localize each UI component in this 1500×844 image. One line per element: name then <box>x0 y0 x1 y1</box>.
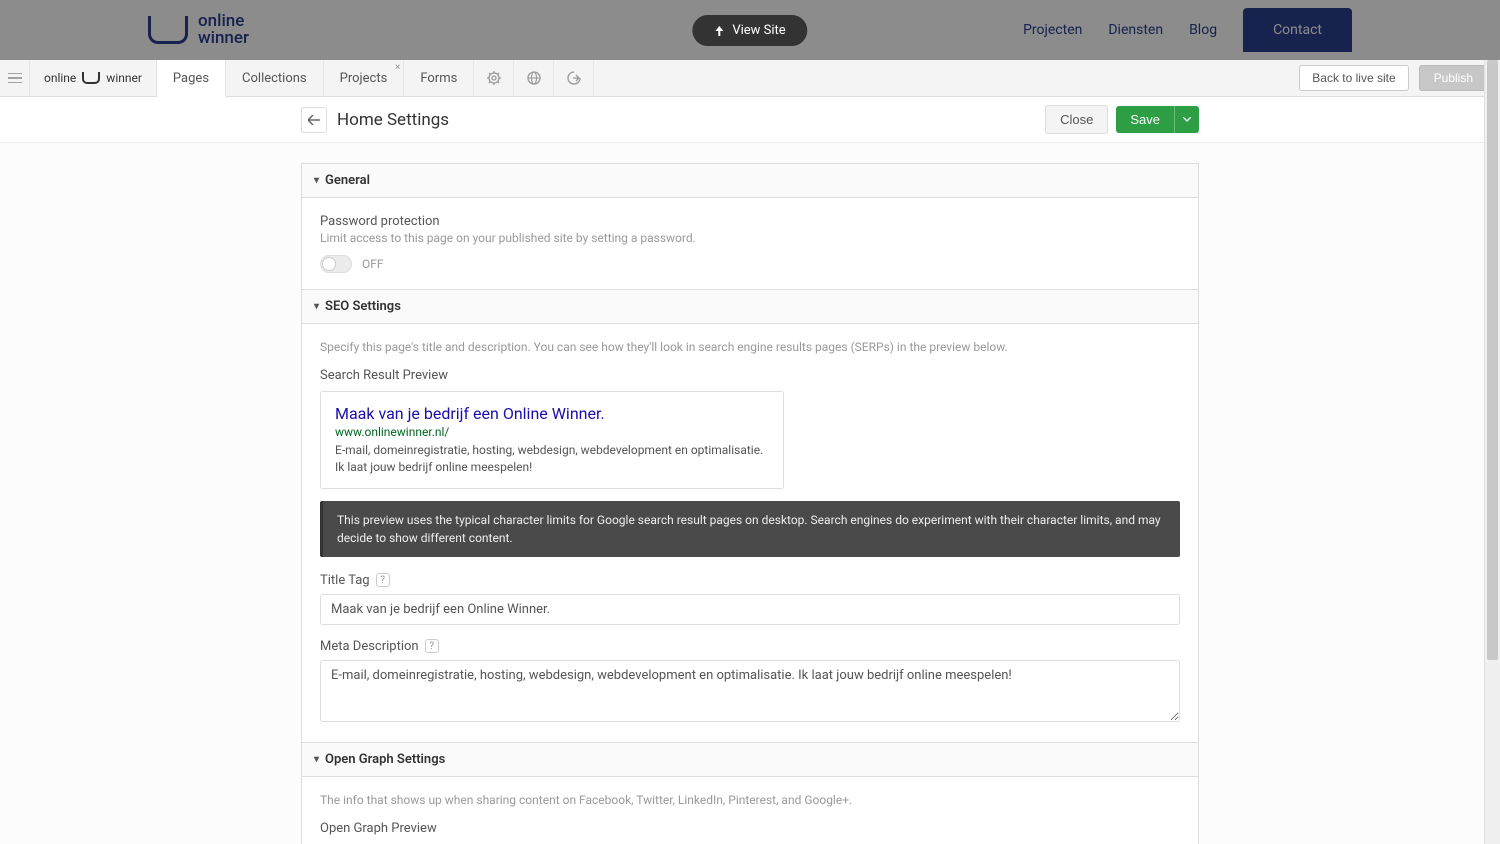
chevron-down-icon <box>1183 117 1191 122</box>
preview-description: E-mail, domeinregistratie, hosting, webd… <box>335 442 769 476</box>
preview-title: Maak van je bedrijf een Online Winner. <box>335 404 769 423</box>
meta-description-input[interactable] <box>320 660 1180 722</box>
save-button[interactable]: Save <box>1116 106 1174 133</box>
tab-pages-label: Pages <box>173 71 209 86</box>
search-result-preview: Maak van je bedrijf een Online Winner. w… <box>320 391 784 489</box>
caret-down-icon: ▾ <box>314 754 319 765</box>
publish-button[interactable]: Publish <box>1419 65 1488 91</box>
arrow-up-icon <box>714 26 724 36</box>
content-area: ▾ General Password protection Limit acce… <box>0 143 1500 844</box>
tab-projects-label: Projects <box>340 71 388 86</box>
back-button[interactable] <box>301 107 327 133</box>
view-site-label: View Site <box>732 23 785 38</box>
view-site-button[interactable]: View Site <box>692 15 807 46</box>
scrollbar-thumb[interactable] <box>1487 60 1498 660</box>
help-icon[interactable]: ? <box>425 639 439 653</box>
editor-brand[interactable]: online winner <box>30 60 157 96</box>
tab-collections-label: Collections <box>242 71 307 86</box>
brand-left: online <box>44 71 76 85</box>
panel-open-graph: ▾ Open Graph Settings The info that show… <box>301 742 1199 844</box>
toggle-state-label: OFF <box>362 257 384 271</box>
close-icon[interactable]: × <box>395 62 400 73</box>
panel-og-header[interactable]: ▾ Open Graph Settings <box>302 743 1198 777</box>
globe-icon-tab[interactable] <box>514 60 554 96</box>
tab-forms-label: Forms <box>420 71 457 86</box>
preview-note: This preview uses the typical character … <box>320 501 1180 557</box>
caret-down-icon: ▾ <box>314 301 319 312</box>
tab-forms[interactable]: Forms <box>404 60 474 96</box>
caret-down-icon: ▾ <box>314 175 319 186</box>
panel-og-title: Open Graph Settings <box>325 752 445 767</box>
menu-button[interactable] <box>0 60 30 96</box>
password-protection-desc: Limit access to this page on your publis… <box>320 231 1180 245</box>
toggle-knob <box>322 257 336 271</box>
close-button[interactable]: Close <box>1045 105 1108 134</box>
search-preview-label: Search Result Preview <box>320 368 1180 383</box>
settings-header: Home Settings Close Save <box>0 97 1500 143</box>
panel-general-title: General <box>325 173 370 188</box>
save-dropdown-button[interactable] <box>1174 106 1199 133</box>
editor-tabs: Pages Collections Projects × Forms <box>157 60 594 96</box>
panel-general: ▾ General Password protection Limit acce… <box>301 163 1199 290</box>
password-toggle[interactable]: OFF <box>320 255 1180 273</box>
save-button-group: Save <box>1116 106 1199 133</box>
title-tag-label: Title Tag ? <box>320 573 1180 588</box>
preview-url: www.onlinewinner.nl/ <box>335 425 769 439</box>
editor-toolbar: online winner Pages Collections Projects… <box>0 60 1500 97</box>
seo-intro-text: Specify this page's title and descriptio… <box>320 340 1180 354</box>
panel-seo-header[interactable]: ▾ SEO Settings <box>302 290 1198 324</box>
panel-seo: ▾ SEO Settings Specify this page's title… <box>301 289 1199 743</box>
tab-pages[interactable]: Pages <box>157 60 226 97</box>
arrow-left-icon <box>308 115 320 125</box>
globe-icon <box>526 70 542 86</box>
page-title: Home Settings <box>337 110 1045 130</box>
toggle-track <box>320 255 352 273</box>
og-intro-text: The info that shows up when sharing cont… <box>320 793 1180 807</box>
settings-icon-tab[interactable] <box>474 60 514 96</box>
gear-icon <box>486 70 502 86</box>
hamburger-icon <box>8 73 22 83</box>
brand-right: winner <box>106 71 142 85</box>
panel-seo-title: SEO Settings <box>325 299 401 314</box>
exit-icon-tab[interactable] <box>554 60 594 96</box>
title-tag-input[interactable] <box>320 594 1180 625</box>
brand-mini-icon <box>82 72 100 84</box>
title-tag-label-text: Title Tag <box>320 573 370 588</box>
exit-icon <box>566 70 582 86</box>
panel-general-header[interactable]: ▾ General <box>302 164 1198 198</box>
meta-label-text: Meta Description <box>320 639 419 654</box>
back-to-live-button[interactable]: Back to live site <box>1299 65 1408 91</box>
scrollbar[interactable] <box>1484 60 1500 844</box>
password-protection-label: Password protection <box>320 214 1180 229</box>
og-preview-label: Open Graph Preview <box>320 821 1180 836</box>
meta-description-label: Meta Description ? <box>320 639 1180 654</box>
tab-projects[interactable]: Projects × <box>324 60 405 96</box>
tab-collections[interactable]: Collections <box>226 60 324 96</box>
help-icon[interactable]: ? <box>376 573 390 587</box>
